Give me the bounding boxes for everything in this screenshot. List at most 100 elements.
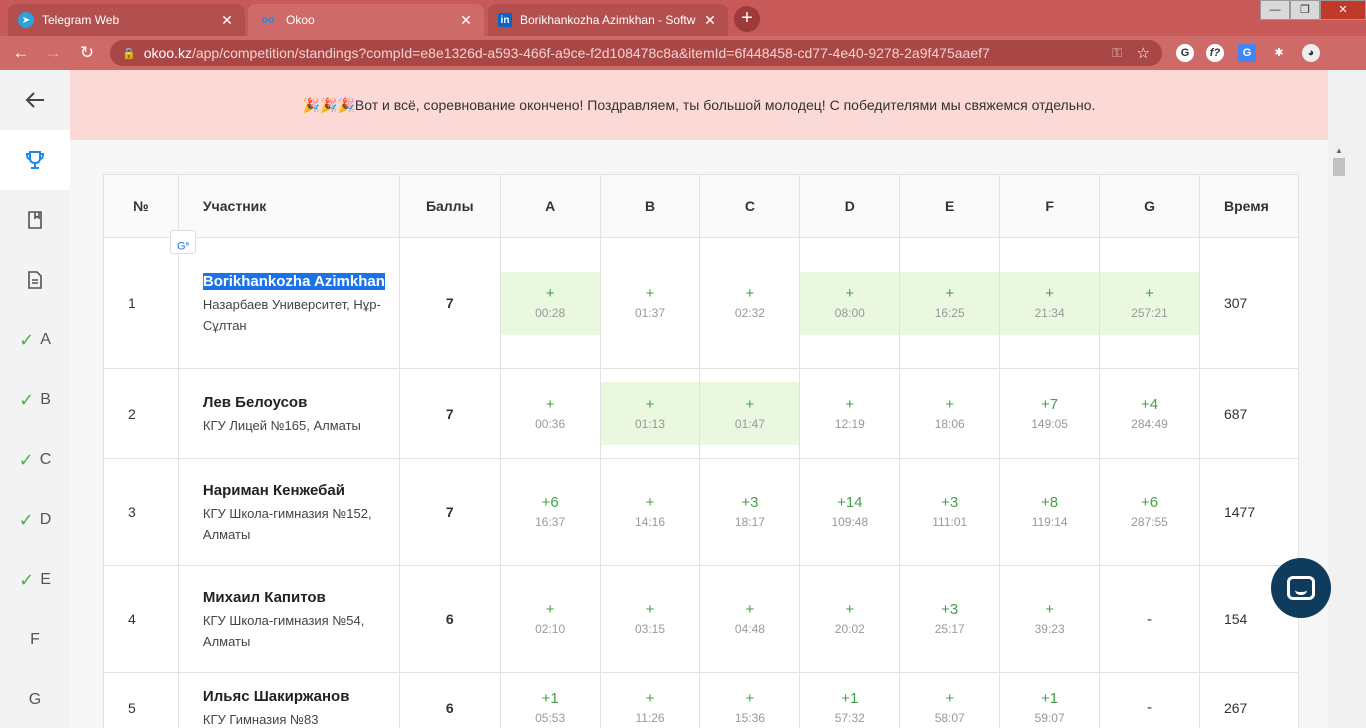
header-problem-e[interactable]: E — [899, 174, 1001, 238]
tab-title: Telegram Web — [42, 13, 120, 27]
result-time: 15:36 — [734, 710, 765, 725]
result: +00:36 — [501, 382, 600, 445]
sidebar-item-a[interactable]: ✓ A — [0, 310, 70, 370]
result-time: 01:37 — [635, 306, 666, 320]
result-time: 18:06 — [934, 416, 965, 431]
chat-support-button[interactable] — [1271, 558, 1331, 618]
result: +3 25:17 — [900, 588, 999, 651]
participant-name[interactable]: Ильяс Шакиржанов — [203, 685, 399, 709]
close-icon[interactable]: ✕ — [458, 12, 474, 29]
maximize-button[interactable]: ❐ — [1290, 0, 1320, 20]
participant-name[interactable]: Нариман Кенжебай — [203, 479, 399, 503]
new-tab-button[interactable]: + — [734, 6, 760, 32]
result-time: 12:19 — [834, 416, 865, 431]
header-problem-g[interactable]: G — [1099, 174, 1200, 238]
close-icon[interactable]: ✕ — [219, 12, 235, 29]
result-time: 25:17 — [934, 622, 965, 636]
result-mark: + — [645, 395, 655, 413]
minimize-button[interactable]: — — [1260, 0, 1290, 20]
extensions-puzzle-icon[interactable]: ✱ — [1270, 44, 1288, 62]
problem-result-cell: +1 05:53 — [499, 672, 601, 728]
translate-icon[interactable]: Gₐ — [170, 230, 196, 254]
header-problem-f[interactable]: F — [999, 174, 1101, 238]
participant-school: КГУ Школа-гимназия №152, Алматы — [202, 506, 372, 542]
sidebar-item-b[interactable]: ✓ B — [0, 370, 70, 430]
result-time: 287:55 — [1131, 515, 1168, 529]
result-mark: + — [645, 494, 655, 511]
score-cell: 7 — [398, 368, 501, 459]
profile-avatar[interactable]: ◕ — [1302, 44, 1320, 62]
header-problem-c[interactable]: C — [699, 174, 801, 238]
bookmark-icon[interactable] — [0, 190, 70, 250]
header-problem-d[interactable]: D — [799, 174, 901, 238]
problem-result-cell: +12:19 — [799, 368, 901, 459]
result: +01:37 — [601, 272, 700, 335]
participant-name[interactable]: Лев Белоусов — [203, 391, 399, 415]
tab-linkedin[interactable]: in Borikhankozha Azimkhan - Softw ✕ — [488, 4, 728, 36]
sidebar-item-f[interactable]: F — [0, 610, 70, 670]
problem-result-cell: +6 287:55 — [1099, 458, 1200, 566]
url-text: okoo.kz/app/competition/standings?compId… — [143, 45, 990, 61]
problem-result-cell: +11:26 — [599, 672, 701, 728]
sidebar-item-label: B — [40, 391, 51, 408]
sidebar-item-d[interactable]: ✓ D — [0, 490, 70, 550]
result-mark: +3 — [941, 601, 959, 618]
result-mark: + — [645, 601, 655, 618]
window-close-button[interactable]: ✕ — [1320, 0, 1366, 20]
scroll-up-arrow-icon[interactable]: ▲ — [1335, 146, 1343, 155]
sidebar-item-g[interactable]: G — [0, 670, 70, 728]
problem-result-cell: +58:07 — [899, 672, 1001, 728]
bookmark-star-icon[interactable]: ☆ — [1137, 44, 1150, 62]
result-mark: +4 — [1140, 395, 1159, 413]
table-row: 4 Михаил Капитов КГУ Школа-гимназия №54, А… — [103, 565, 1300, 673]
extension-translate-icon[interactable]: G — [1238, 44, 1256, 62]
forward-arrow-icon[interactable]: → — [42, 42, 64, 64]
participant-name[interactable]: Borikhankozha Azimkhan — [202, 270, 399, 294]
check-icon: ✓ — [18, 509, 34, 530]
result: +1 59:07 — [1000, 676, 1099, 728]
result-mark: + — [845, 285, 855, 302]
first-solve-highlight: +01:47 — [700, 382, 800, 445]
result: +11:26 — [601, 676, 700, 728]
result-time: 109:48 — [831, 515, 869, 529]
result: +18:06 — [900, 382, 999, 445]
problem-result-cell: +3 18:17 — [699, 458, 801, 566]
scrollbar-thumb[interactable] — [1333, 158, 1345, 176]
extension-grammarly-icon[interactable]: G — [1176, 44, 1194, 62]
reload-icon[interactable]: ↻ — [76, 42, 98, 64]
result: - — [1100, 676, 1199, 728]
result-time: 21:34 — [1034, 306, 1065, 320]
document-icon[interactable] — [0, 250, 70, 310]
header-problem-a[interactable]: A — [499, 174, 601, 238]
check-icon: ✓ — [19, 389, 35, 410]
sidebar-item-c[interactable]: ✓ C — [0, 430, 70, 490]
address-bar[interactable]: 🔒 okoo.kz/app/competition/standings?comp… — [110, 40, 1162, 66]
problem-result-cell: +21:34 — [999, 237, 1101, 369]
participant-name[interactable]: Михаил Капитов — [203, 586, 399, 610]
problem-result-cell: +01:37 — [599, 237, 701, 369]
back-arrow-icon[interactable]: ← — [10, 42, 32, 64]
result-time: 16:25 — [934, 306, 965, 320]
rank-cell: 5 — [103, 672, 179, 728]
key-icon[interactable]: ⚿ — [1112, 45, 1122, 61]
close-icon[interactable]: ✕ — [702, 12, 718, 29]
result: +1 57:32 — [800, 676, 899, 728]
result-mark: + — [845, 601, 855, 618]
header-problem-b[interactable]: B — [599, 174, 701, 238]
result: +3 111:01 — [900, 481, 999, 544]
standings-table: № Участник Баллы A B C D E F G Время 1 Bo… — [103, 174, 1300, 728]
trophy-icon[interactable] — [0, 130, 70, 190]
sidebar-item-e[interactable]: ✓ E — [0, 550, 70, 610]
back-arrow-icon[interactable] — [0, 70, 70, 130]
page-scrollbar[interactable]: ▲ — [1328, 70, 1366, 728]
competition-finished-banner: 🎉🎉🎉Вот и всё, соревнование окончено! Поз… — [70, 70, 1328, 140]
extension-formula-icon[interactable]: f? — [1206, 44, 1224, 62]
tab-okoo[interactable]: oo Okoo ✕ — [248, 4, 484, 36]
result-mark: +8 — [1041, 494, 1059, 511]
linkedin-icon: in — [498, 13, 512, 27]
result-mark: + — [1145, 285, 1154, 302]
rank-cell: 3 — [103, 458, 179, 566]
tab-telegram[interactable]: ➤ Telegram Web ✕ — [8, 4, 245, 36]
problem-result-cell: +39:23 — [999, 565, 1101, 673]
total-time-cell: 307 — [1198, 237, 1300, 369]
